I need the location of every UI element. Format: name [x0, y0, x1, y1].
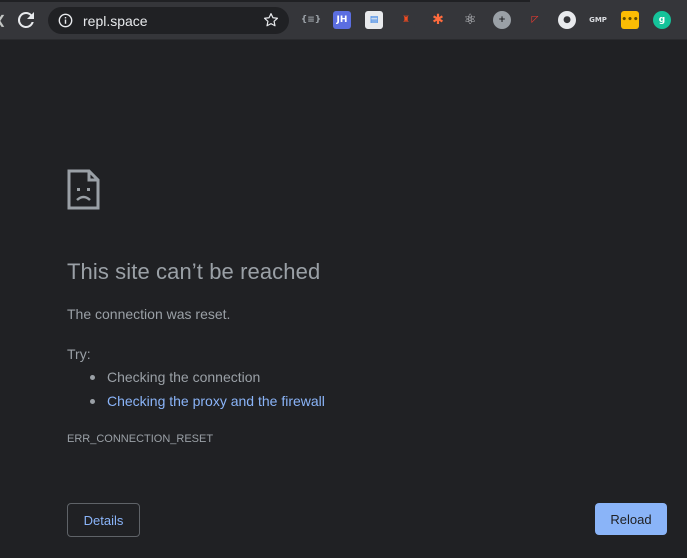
document-extension-icon[interactable]: ▤ [365, 11, 383, 29]
redux-style-extension-icon[interactable]: ◸ [526, 11, 544, 29]
browser-toolbar: ❮ repl.space {≡} JH ▤ ♜ ✱ ⚛ + ◸ ● GMP ••• g [0, 0, 687, 40]
grammarly-icon[interactable]: g [653, 11, 671, 29]
error-description: The connection was reset. [67, 306, 231, 322]
sad-page-icon [67, 169, 100, 210]
try-label: Try: [67, 346, 91, 362]
suggestions-list: Checking the connection Checking the pro… [89, 369, 325, 417]
address-bar[interactable]: repl.space [48, 7, 289, 34]
tab-strip-edge [0, 0, 530, 2]
error-title: This site can’t be reached [67, 259, 321, 284]
yellow-dots-extension-icon[interactable]: ••• [621, 11, 639, 29]
bookmark-star-icon[interactable] [262, 11, 280, 29]
suggestion-check-connection: Checking the connection [89, 369, 325, 393]
suggestion-check-proxy-link[interactable]: Checking the proxy and the firewall [89, 393, 325, 417]
details-button[interactable]: Details [67, 503, 140, 537]
site-info-icon[interactable] [58, 13, 73, 28]
jh-extension-icon[interactable]: JH [333, 11, 351, 29]
gmp-extension-icon[interactable]: GMP [589, 11, 607, 29]
reload-icon[interactable] [14, 8, 38, 32]
url-text[interactable]: repl.space [83, 13, 148, 29]
back-arrow-icon[interactable]: ❮ [0, 13, 6, 27]
asterisk-extension-icon[interactable]: ✱ [429, 11, 447, 29]
plus-extension-icon[interactable]: + [493, 11, 511, 29]
error-code: ERR_CONNECTION_RESET [67, 433, 214, 445]
lighthouse-icon[interactable]: ♜ [397, 11, 415, 29]
react-devtools-icon[interactable]: ⚛ [461, 11, 479, 29]
reload-button[interactable]: Reload [595, 503, 667, 535]
circle-extension-icon[interactable]: ● [558, 11, 576, 29]
json-viewer-icon[interactable]: {≡} [301, 11, 321, 29]
